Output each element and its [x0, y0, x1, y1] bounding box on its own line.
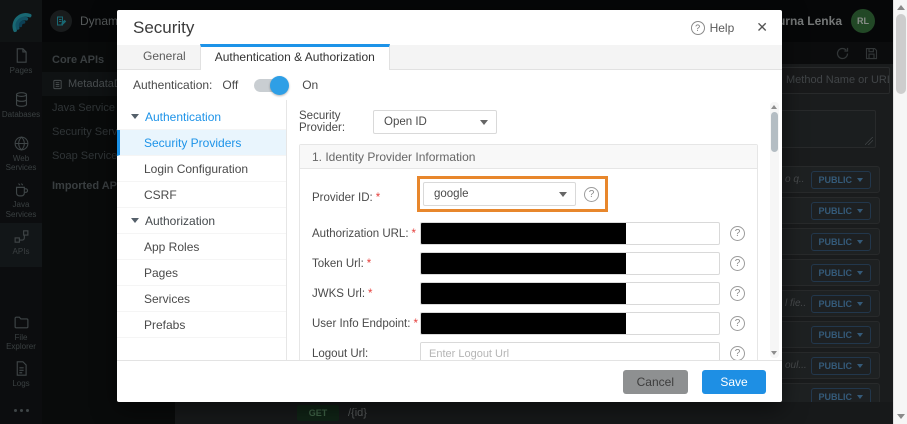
authentication-label: Authentication:: [133, 78, 212, 92]
save-button[interactable]: Save: [702, 370, 766, 394]
triangle-down-icon: [131, 114, 139, 119]
modal-left-nav: Authentication Security Providers Login …: [117, 100, 287, 360]
identity-provider-section: 1. Identity Provider Information Provide…: [299, 144, 758, 360]
jwks-url-label: JWKS Url:*: [312, 288, 420, 300]
nav-item-pages[interactable]: Pages: [117, 260, 286, 286]
nav-item-csrf[interactable]: CSRF: [117, 182, 286, 208]
redacted-value: [421, 253, 626, 275]
nav-item-login-configuration[interactable]: Login Configuration: [117, 156, 286, 182]
security-modal: Security ? Help ✕ General Authentication…: [117, 10, 782, 402]
redacted-value: [421, 313, 626, 335]
field-help-icon[interactable]: ?: [730, 316, 745, 331]
app-screen: Ritupurna Lenka RL Pages Databases Web S…: [0, 0, 907, 424]
redacted-value: [421, 283, 626, 305]
scroll-up-icon[interactable]: [897, 5, 905, 10]
field-help-icon[interactable]: ?: [730, 346, 745, 360]
highlight-box: google ?: [417, 176, 608, 212]
nav-item-prefabs[interactable]: Prefabs: [117, 312, 286, 338]
user-info-endpoint-input[interactable]: [420, 312, 720, 335]
logout-url-label: Logout Url:: [312, 348, 420, 360]
modal-title: Security: [133, 18, 194, 38]
nav-item-app-roles[interactable]: App Roles: [117, 234, 286, 260]
modal-tab-bar: General Authentication & Authorization: [117, 45, 782, 70]
tab-general[interactable]: General: [129, 44, 200, 69]
field-help-icon[interactable]: ?: [584, 187, 599, 202]
triangle-down-icon: [131, 218, 139, 223]
required-marker: *: [376, 192, 380, 204]
close-icon[interactable]: ✕: [756, 19, 768, 36]
chevron-down-icon: [480, 120, 488, 125]
form-scrollbar[interactable]: [770, 102, 779, 358]
security-provider-label: Security Provider:: [299, 110, 373, 134]
chevron-down-icon: [559, 192, 567, 197]
scroll-up-icon[interactable]: [771, 105, 777, 109]
toggle-knob: [270, 76, 289, 95]
nav-item-security-providers[interactable]: Security Providers: [117, 130, 286, 156]
help-icon: ?: [691, 21, 705, 35]
provider-id-select[interactable]: google: [423, 182, 576, 206]
security-provider-select[interactable]: Open ID: [373, 110, 497, 134]
authorization-url-input[interactable]: [420, 222, 720, 245]
tab-authentication-authorization[interactable]: Authentication & Authorization: [200, 44, 390, 70]
jwks-url-input[interactable]: [420, 282, 720, 305]
authorization-url-label: Authorization URL:*: [312, 228, 420, 240]
modal-header: Security ? Help ✕: [117, 10, 782, 45]
field-help-icon[interactable]: ?: [730, 256, 745, 271]
nav-group-authentication[interactable]: Authentication: [117, 104, 286, 130]
page-scrollbar[interactable]: [893, 0, 907, 424]
help-button[interactable]: ? Help: [691, 21, 735, 35]
field-help-icon[interactable]: ?: [730, 226, 745, 241]
nav-item-services[interactable]: Services: [117, 286, 286, 312]
scroll-down-icon[interactable]: [897, 414, 905, 419]
scrollbar-thumb[interactable]: [771, 112, 778, 152]
provider-id-label: Provider ID:*: [312, 192, 420, 204]
modal-footer: Cancel Save: [117, 360, 782, 402]
toggle-off-label: Off: [222, 78, 238, 92]
authentication-toggle[interactable]: [254, 79, 286, 92]
nav-group-authorization[interactable]: Authorization: [117, 208, 286, 234]
authentication-toggle-row: Authentication: Off On: [117, 70, 782, 100]
redacted-value: [421, 223, 626, 245]
user-info-endpoint-label: User Info Endpoint:*: [312, 318, 420, 330]
token-url-label: Token Url:*: [312, 258, 420, 270]
cancel-button[interactable]: Cancel: [623, 370, 688, 394]
scrollbar-thumb[interactable]: [896, 14, 906, 94]
scroll-down-icon[interactable]: [771, 351, 777, 355]
toggle-on-label: On: [302, 78, 318, 92]
field-help-icon[interactable]: ?: [730, 286, 745, 301]
security-providers-form: Security Provider: Open ID 1. Identity P…: [287, 100, 782, 360]
logout-url-input[interactable]: [420, 342, 720, 360]
section-title: 1. Identity Provider Information: [300, 145, 757, 169]
token-url-input[interactable]: [420, 252, 720, 275]
